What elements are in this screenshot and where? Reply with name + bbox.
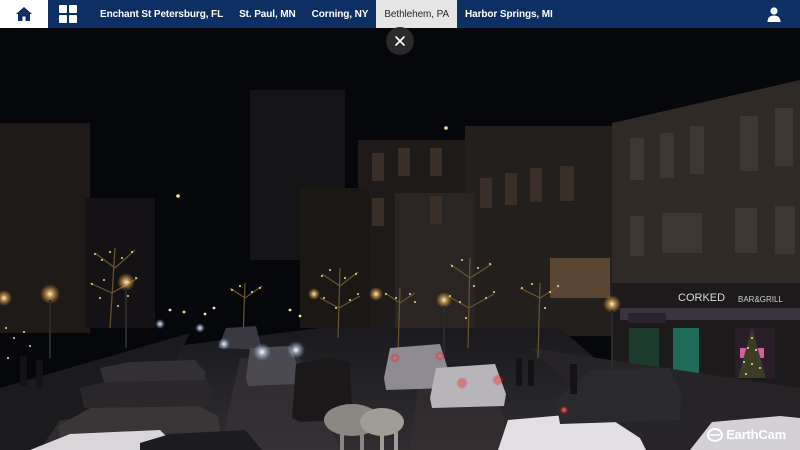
earthcam-logo-icon (707, 427, 724, 442)
live-camera-view[interactable]: CORKED BAR&GRILL (0, 28, 800, 450)
camera-tabs: Enchant St Petersburg, FL St. Paul, MN C… (92, 0, 561, 28)
user-account-button[interactable] (764, 0, 784, 28)
tab-st-paul[interactable]: St. Paul, MN (231, 0, 304, 28)
earthcam-logo: EarthCam (707, 427, 786, 442)
storefront-sign-sub: BAR&GRILL (738, 295, 783, 304)
home-button[interactable] (0, 0, 48, 28)
street-scene-image: CORKED BAR&GRILL (0, 28, 800, 450)
user-icon (767, 6, 781, 22)
grid-menu-icon (59, 5, 77, 23)
storefront-sign: CORKED (678, 292, 725, 304)
earthcam-logo-text: EarthCam (726, 427, 786, 442)
tab-corning[interactable]: Corning, NY (304, 0, 377, 28)
tab-harbor-springs[interactable]: Harbor Springs, MI (457, 0, 561, 28)
tab-bethlehem[interactable]: Bethlehem, PA (376, 0, 458, 28)
close-button[interactable] (386, 27, 414, 55)
close-icon (395, 36, 405, 46)
grid-menu-button[interactable] (48, 0, 88, 28)
tab-enchant-st-petersburg[interactable]: Enchant St Petersburg, FL (92, 0, 231, 28)
home-icon (16, 7, 32, 21)
top-navigation-bar: Enchant St Petersburg, FL St. Paul, MN C… (0, 0, 800, 28)
